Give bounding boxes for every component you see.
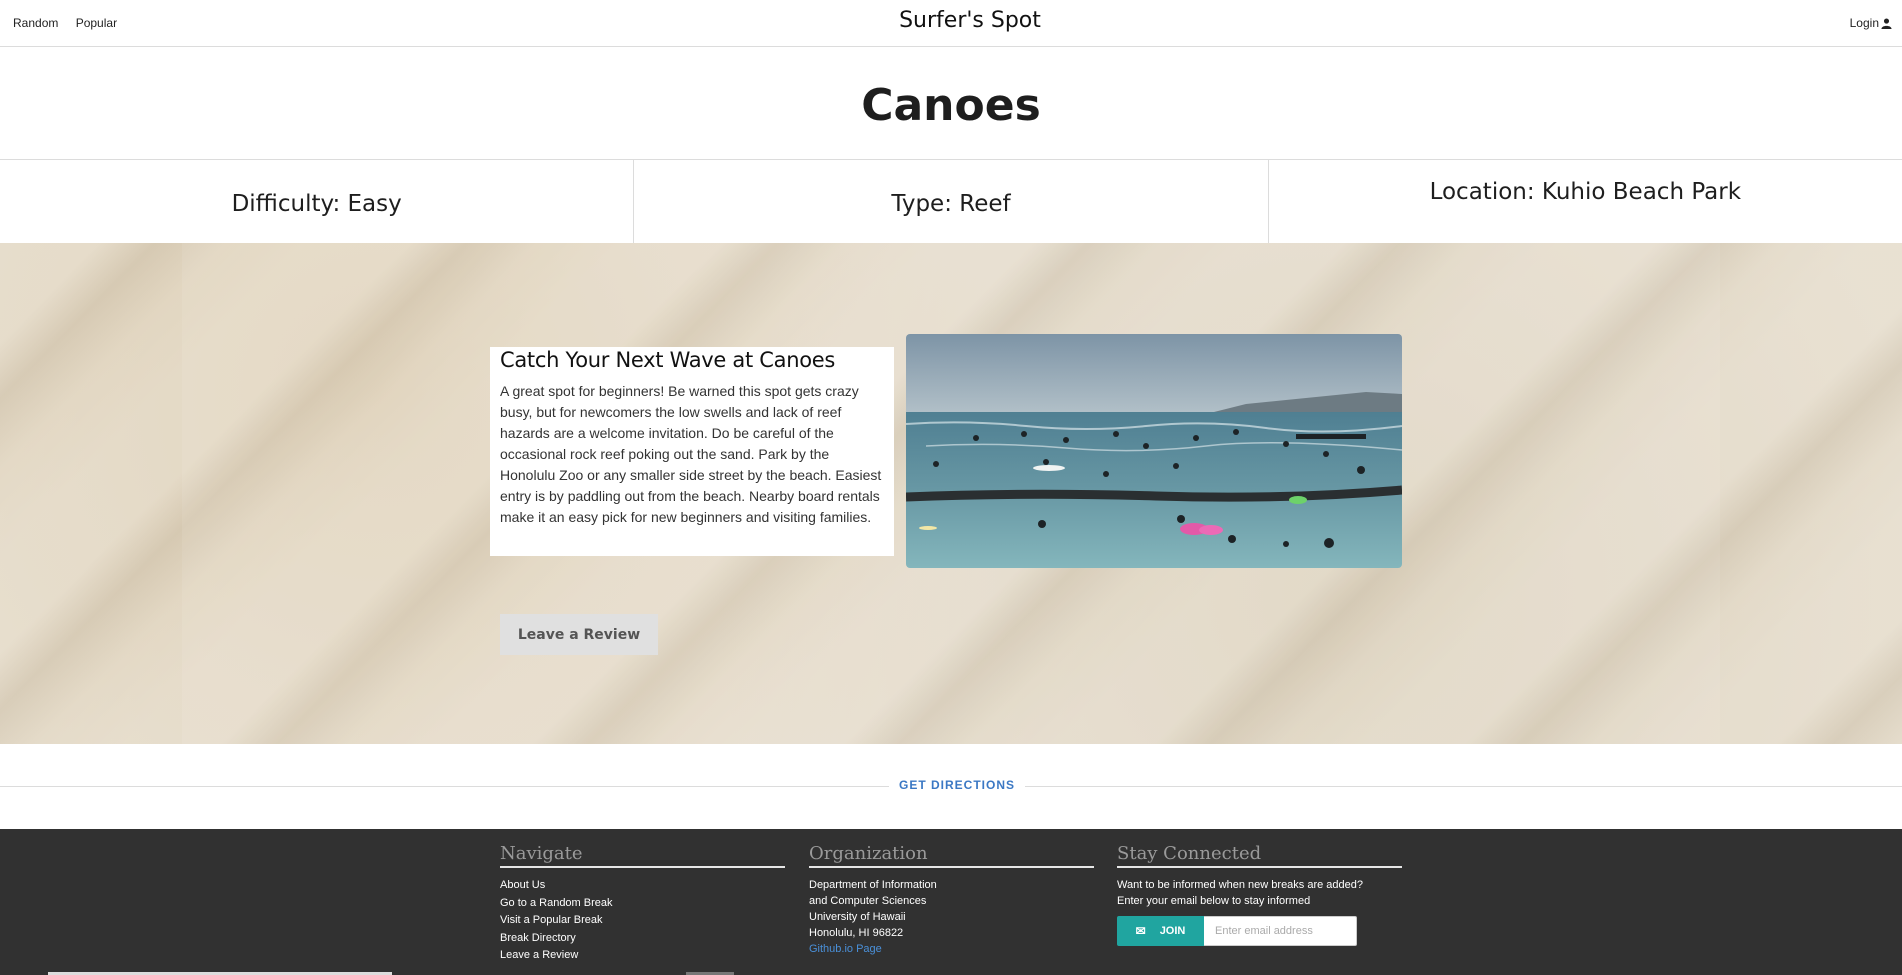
get-directions-link[interactable]: GET DIRECTIONS xyxy=(889,778,1026,792)
org-line: and Computer Sciences xyxy=(809,895,927,907)
top-nav: Random Popular Surfer's Spot Login xyxy=(0,0,1902,47)
org-line: Department of Information xyxy=(809,879,937,891)
organization-heading: Organization xyxy=(809,843,1094,868)
navigate-heading: Navigate xyxy=(500,843,785,868)
footer-popular-break-link[interactable]: Visit a Popular Break xyxy=(500,912,785,930)
description-card: Catch Your Next Wave at Canoes A great s… xyxy=(490,347,894,556)
description-body: A great spot for beginners! Be warned th… xyxy=(500,383,882,525)
sand-hero: Catch Your Next Wave at Canoes A great s… xyxy=(0,243,1902,744)
location-stat: Location: Kuhio Beach Park xyxy=(1429,179,1742,205)
stay-connected-heading: Stay Connected xyxy=(1117,843,1402,868)
subscribe-form: ✉ JOIN xyxy=(1117,916,1402,946)
directions-section: GET DIRECTIONS xyxy=(0,744,1902,829)
difficulty-stat: Difficulty: Easy xyxy=(0,160,635,243)
footer-leave-review-link[interactable]: Leave a Review xyxy=(500,947,785,965)
leave-review-button[interactable]: Leave a Review xyxy=(500,614,658,655)
brand-title[interactable]: Surfer's Spot xyxy=(0,8,1902,33)
footer-organization: Organization Department of Information a… xyxy=(809,843,1094,957)
footer: Navigate About Us Go to a Random Break V… xyxy=(0,829,1902,975)
envelope-icon: ✉ xyxy=(1135,924,1146,938)
github-page-link[interactable]: Github.io Page xyxy=(809,941,1094,957)
footer-about-us-link[interactable]: About Us xyxy=(500,877,785,895)
spot-photo xyxy=(906,334,1402,568)
spot-stats: Difficulty: Easy Type: Reef Location: Ku… xyxy=(0,159,1902,243)
footer-break-directory-link[interactable]: Break Directory xyxy=(500,930,785,948)
type-stat: Type: Reef xyxy=(634,160,1269,243)
user-icon xyxy=(1881,17,1892,29)
page-title: Canoes xyxy=(861,80,1041,131)
login-label: Login xyxy=(1849,16,1879,30)
join-label: JOIN xyxy=(1159,925,1186,937)
footer-stay-connected: Stay Connected Want to be informed when … xyxy=(1117,843,1402,946)
beach-photo-image xyxy=(906,334,1402,568)
footer-random-break-link[interactable]: Go to a Random Break xyxy=(500,895,785,913)
login-link[interactable]: Login xyxy=(1850,16,1892,30)
org-line: University of Hawaii xyxy=(809,911,906,923)
stay-text-1: Want to be informed when new breaks are … xyxy=(1117,879,1364,891)
org-line: Honolulu, HI 96822 xyxy=(809,927,904,939)
join-button[interactable]: ✉ JOIN xyxy=(1117,916,1204,946)
stay-text-2: Enter your email below to stay informed xyxy=(1117,895,1311,907)
footer-navigate: Navigate About Us Go to a Random Break V… xyxy=(500,843,785,965)
email-input[interactable] xyxy=(1204,916,1357,946)
description-heading: Catch Your Next Wave at Canoes xyxy=(500,348,836,372)
